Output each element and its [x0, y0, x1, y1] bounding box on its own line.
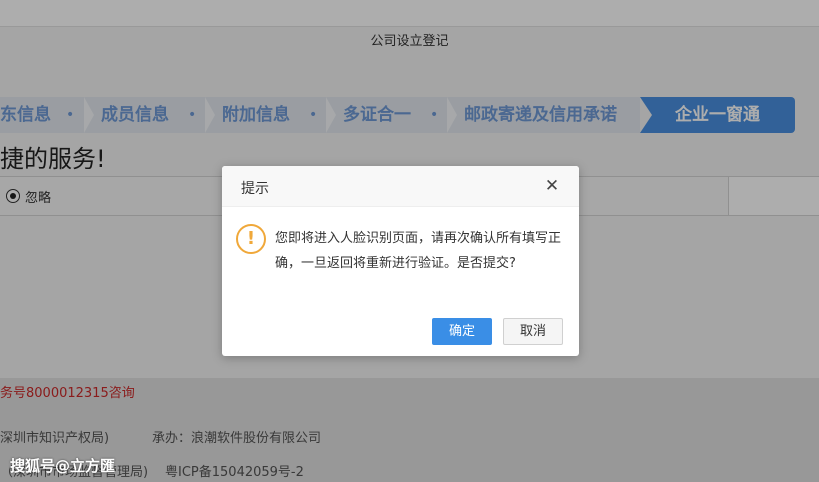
dialog-header: 提示 ✕ — [222, 166, 579, 207]
cancel-button[interactable]: 取消 — [503, 318, 563, 345]
dialog-title: 提示 — [241, 181, 269, 197]
watermark: 搜狐号@立方匯 — [10, 457, 116, 475]
dialog-message: 您即将进入人脸识别页面，请再次确认所有填写正确，一旦返回将重新进行验证。是否提交… — [275, 231, 562, 271]
close-icon[interactable]: ✕ — [544, 178, 560, 195]
warning-icon: ! — [236, 224, 266, 254]
confirm-button[interactable]: 确定 — [432, 318, 492, 345]
confirm-dialog: 提示 ✕ ! 您即将进入人脸识别页面，请再次确认所有填写正确，一旦返回将重新进行… — [222, 166, 579, 356]
